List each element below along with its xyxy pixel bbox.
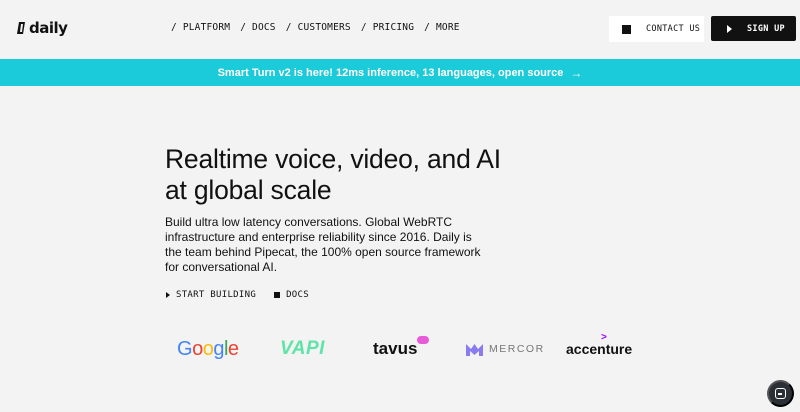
google-letter: g (213, 337, 224, 360)
nav-item-pricing[interactable]: / PRICING (361, 22, 414, 33)
google-letter: e (227, 337, 239, 360)
announcement-text: Smart Turn v2 is here! 12ms inference, 1… (217, 66, 564, 79)
top-navigation-bar: daily / PLATFORM / DOCS / CUSTOMERS / PR… (0, 0, 800, 58)
google-wordmark: Google (177, 338, 239, 361)
nav-item-customers[interactable]: / CUSTOMERS (286, 22, 351, 33)
docs-link[interactable]: DOCS (274, 290, 309, 300)
tavus-wordmark: tavus (373, 339, 418, 358)
google-letter: o (202, 337, 214, 360)
accenture-logo: > accenture (566, 332, 633, 362)
start-building-label: START BUILDING (176, 290, 257, 300)
play-triangle-icon (727, 24, 732, 33)
hero-headline: Realtime voice, video, and AI at global … (165, 144, 501, 205)
google-letter: o (192, 337, 203, 360)
sign-up-button[interactable]: SIGN UP (711, 16, 796, 41)
accenture-chevron-icon: > (601, 332, 607, 343)
daily-logo[interactable]: daily (16, 19, 68, 37)
logo-wordmark: daily (29, 19, 68, 37)
hero-subtext: Build ultra low latency conversations. G… (165, 215, 481, 274)
arrow-right-icon: → (570, 65, 583, 80)
main-nav: / PLATFORM / DOCS / CUSTOMERS / PRICING … (171, 22, 470, 33)
accenture-wordmark: accenture (566, 341, 633, 357)
docs-label: DOCS (286, 290, 309, 300)
nav-item-docs[interactable]: / DOCS (240, 22, 276, 33)
google-logo: Google (177, 336, 239, 362)
mercor-mark-icon (466, 342, 483, 356)
hero-cta-group: START BUILDING DOCS (166, 290, 327, 300)
customer-logos: Google VAPI tavus MERCOR > accenture (0, 332, 800, 366)
nav-item-more[interactable]: / MORE (424, 22, 460, 33)
announcement-banner[interactable]: Smart Turn v2 is here! 12ms inference, 1… (0, 59, 800, 86)
nav-item-platform[interactable]: / PLATFORM (171, 22, 230, 33)
contact-us-button[interactable]: CONTACT US (609, 16, 704, 42)
mercor-logo: MERCOR (466, 336, 545, 362)
contact-us-label: CONTACT US (646, 24, 701, 34)
chat-widget-button[interactable] (767, 380, 794, 407)
start-building-link[interactable]: START BUILDING (166, 290, 256, 300)
sign-up-label: SIGN UP (747, 23, 785, 34)
chat-icon (775, 388, 786, 399)
google-letter: G (177, 337, 193, 360)
tavus-logo: tavus (373, 336, 429, 362)
vapi-logo: VAPI (280, 338, 325, 359)
square-icon (622, 24, 631, 34)
mercor-wordmark: MERCOR (489, 343, 545, 355)
play-triangle-icon (166, 292, 170, 298)
daily-logo-mark-icon (16, 21, 27, 35)
tavus-badge-icon (417, 336, 429, 344)
square-icon (274, 292, 281, 298)
